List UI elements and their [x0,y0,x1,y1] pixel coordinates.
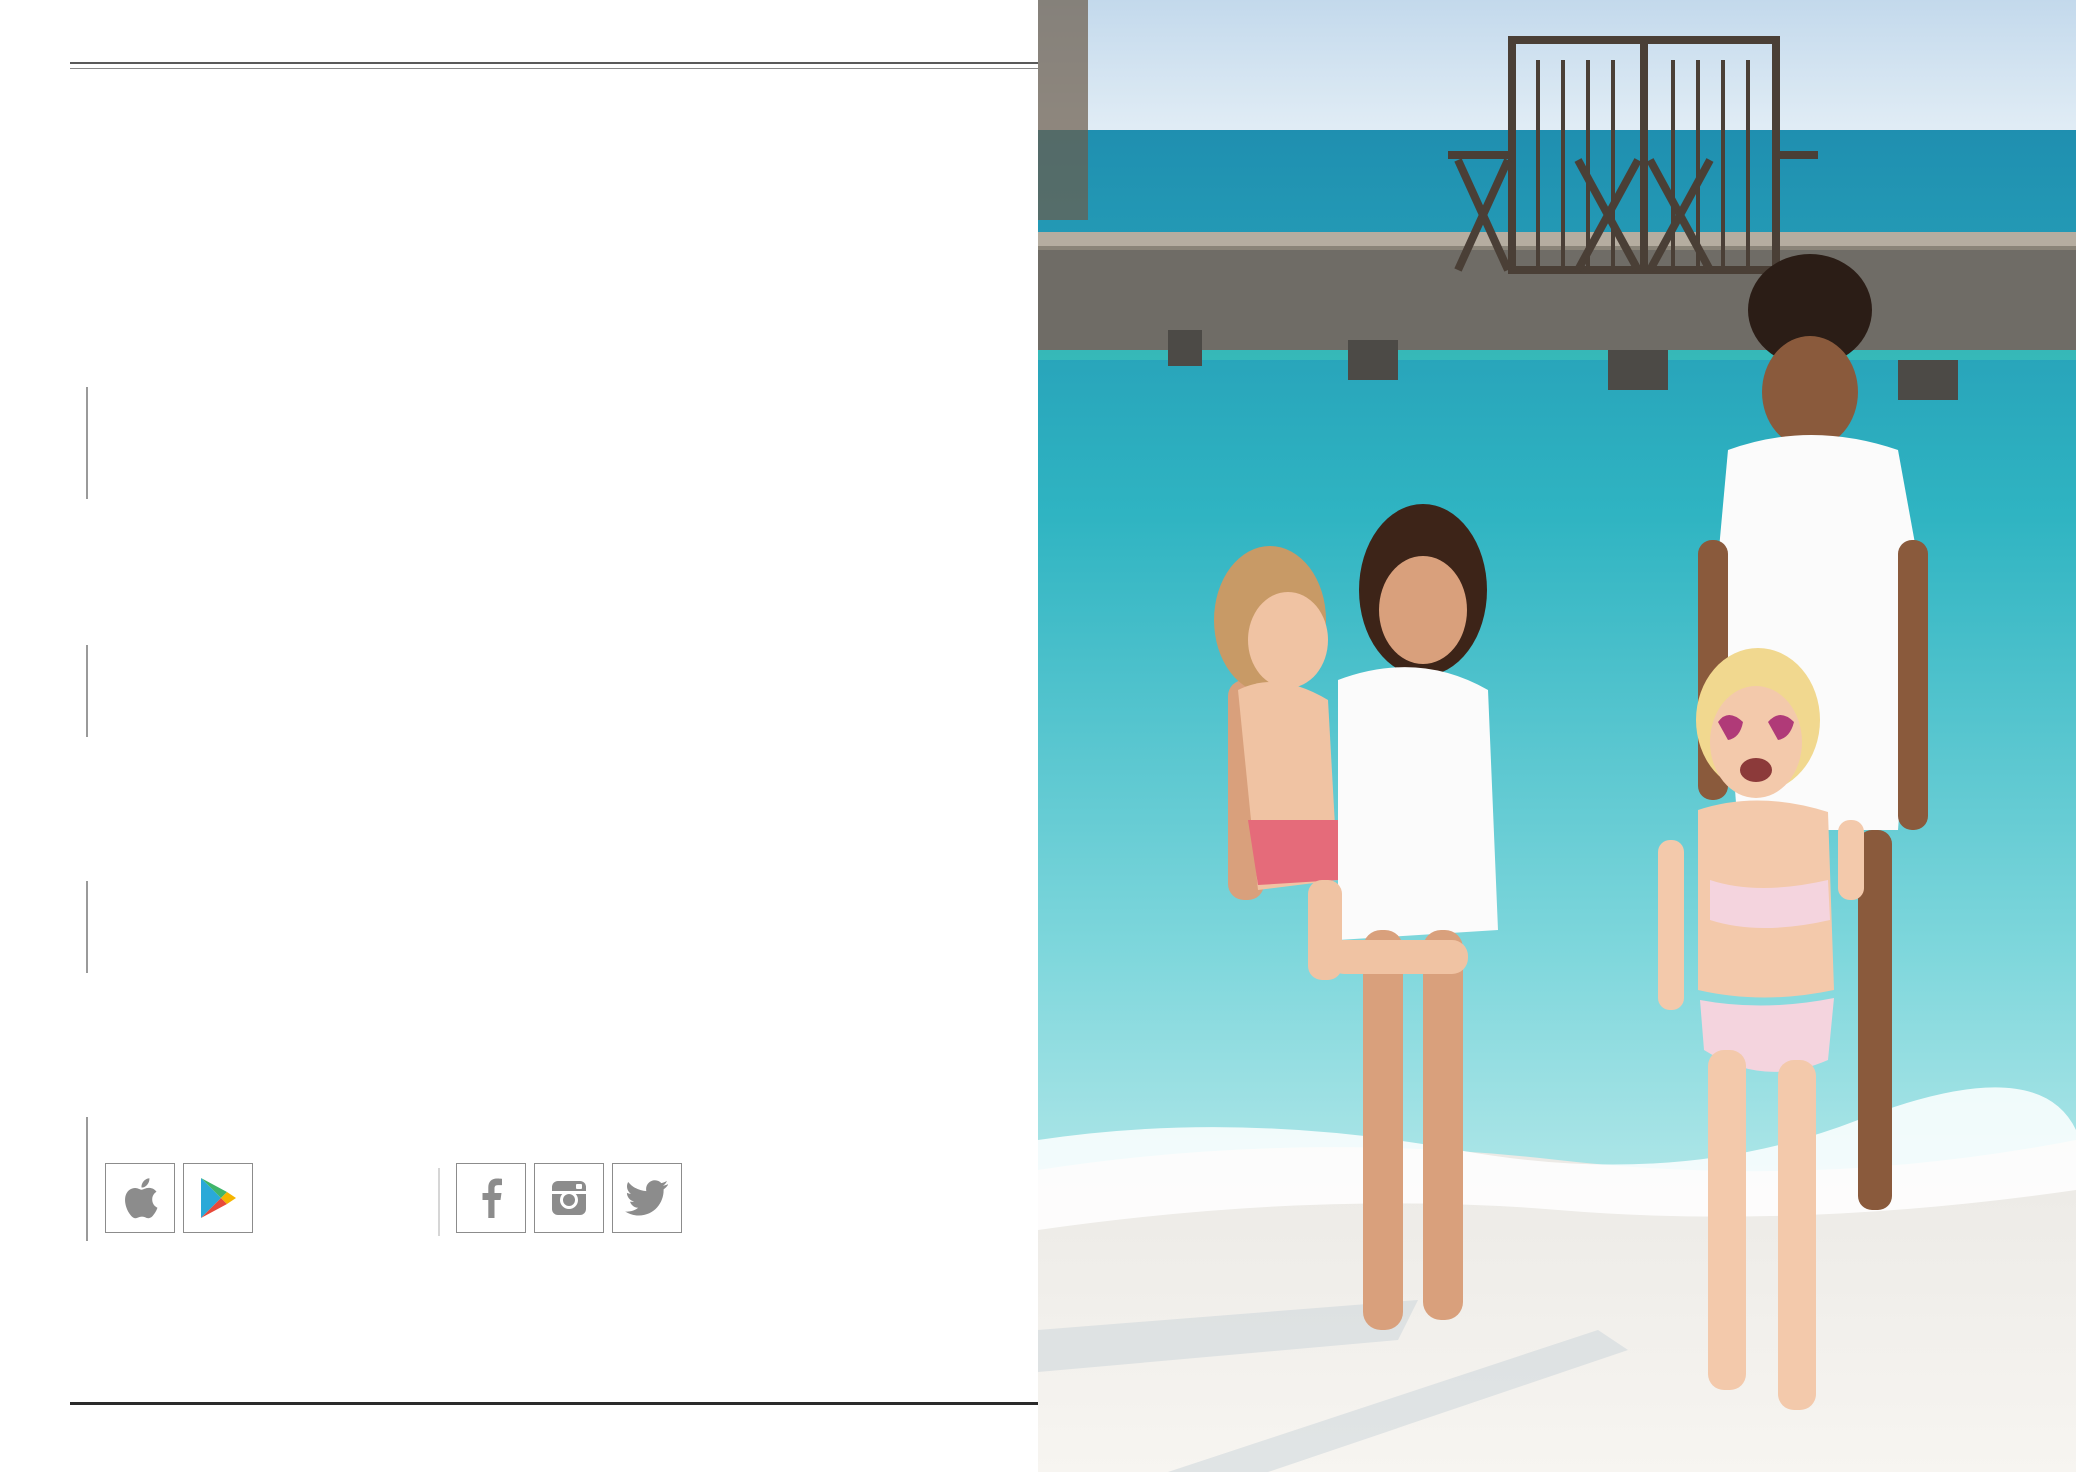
twitter-button[interactable] [612,1163,682,1233]
top-rule [70,62,1038,64]
google-play-icon [201,1178,236,1218]
facebook-button[interactable] [456,1163,526,1233]
instagram-button[interactable] [534,1163,604,1233]
twitter-icon [625,1180,668,1216]
icon-group-divider [438,1168,440,1236]
section-marker-2 [86,645,88,737]
section-marker-4 [86,1117,88,1241]
instagram-icon [552,1181,586,1215]
facebook-icon [482,1178,502,1218]
section-marker-1 [86,387,88,499]
google-play-button[interactable] [183,1163,253,1233]
beach-photo [1038,0,2076,1472]
app-store-button[interactable] [105,1163,175,1233]
sky [1038,0,2076,140]
apple-icon [125,1178,158,1219]
bottom-rule [70,1402,1038,1405]
text-page [0,0,1038,1472]
section-marker-3 [86,881,88,973]
top-rule-thin [70,68,1038,69]
